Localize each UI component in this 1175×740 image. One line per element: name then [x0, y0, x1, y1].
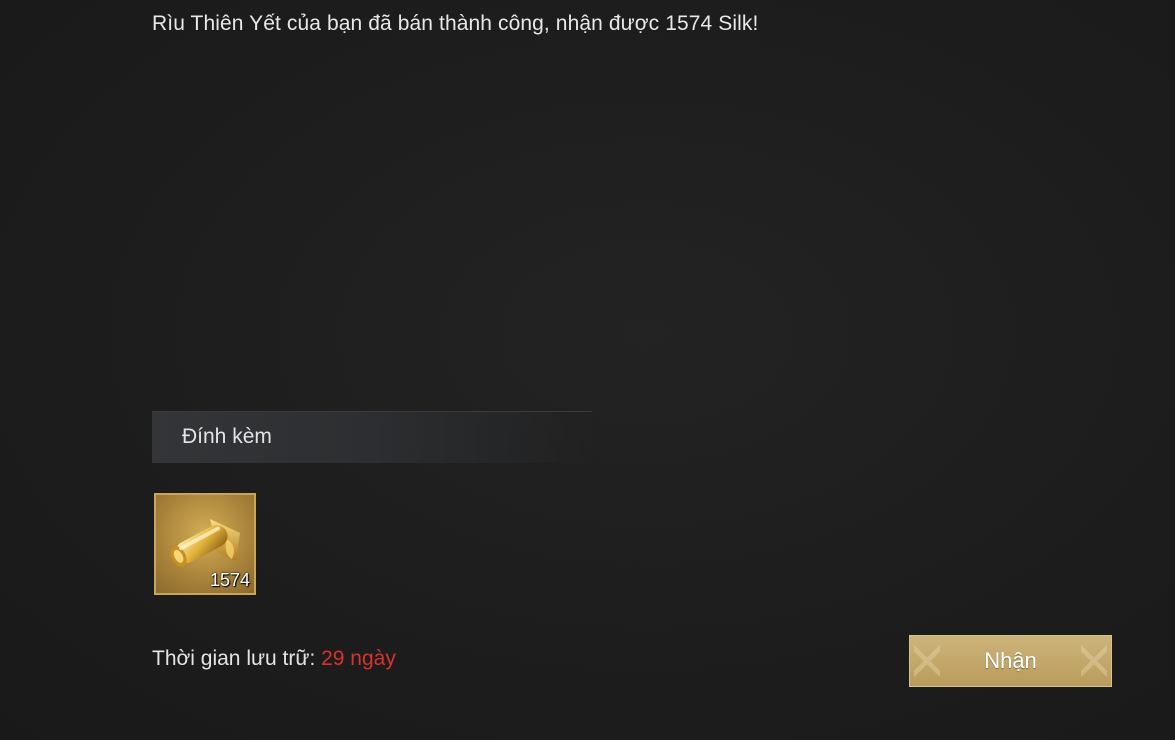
attachments-header-label: Đính kèm [182, 425, 272, 448]
storage-time: Thời gian lưu trữ: 29 ngày [152, 647, 396, 671]
claim-button-label: Nhận [984, 648, 1037, 673]
mail-body-text: Rìu Thiên Yết của bạn đã bán thành công,… [152, 12, 759, 35]
attachment-item-slot[interactable]: 1574 [154, 493, 256, 595]
storage-time-value: 29 ngày [321, 647, 396, 670]
storage-time-label: Thời gian lưu trữ: [152, 647, 322, 670]
claim-button[interactable]: Nhận [909, 635, 1112, 687]
silk-scroll-icon [170, 519, 240, 567]
item-count: 1574 [209, 570, 250, 590]
attachments-header: Đính kèm [152, 411, 592, 463]
